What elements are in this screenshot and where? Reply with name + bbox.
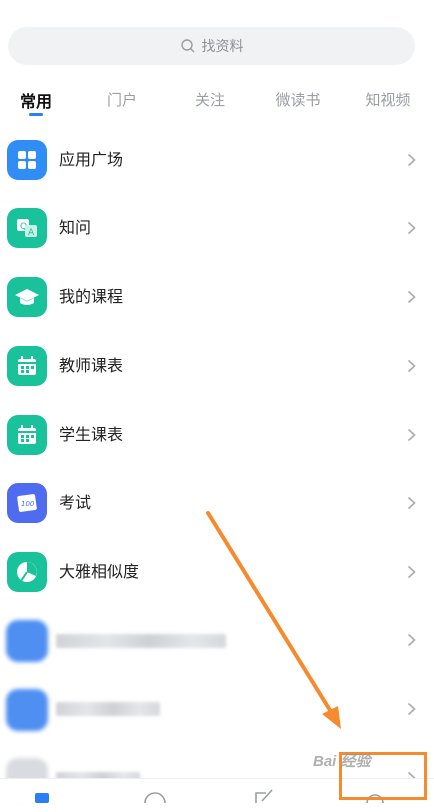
- watermark: Bai 经验: [313, 753, 371, 770]
- annotation-arrow: [206, 511, 341, 729]
